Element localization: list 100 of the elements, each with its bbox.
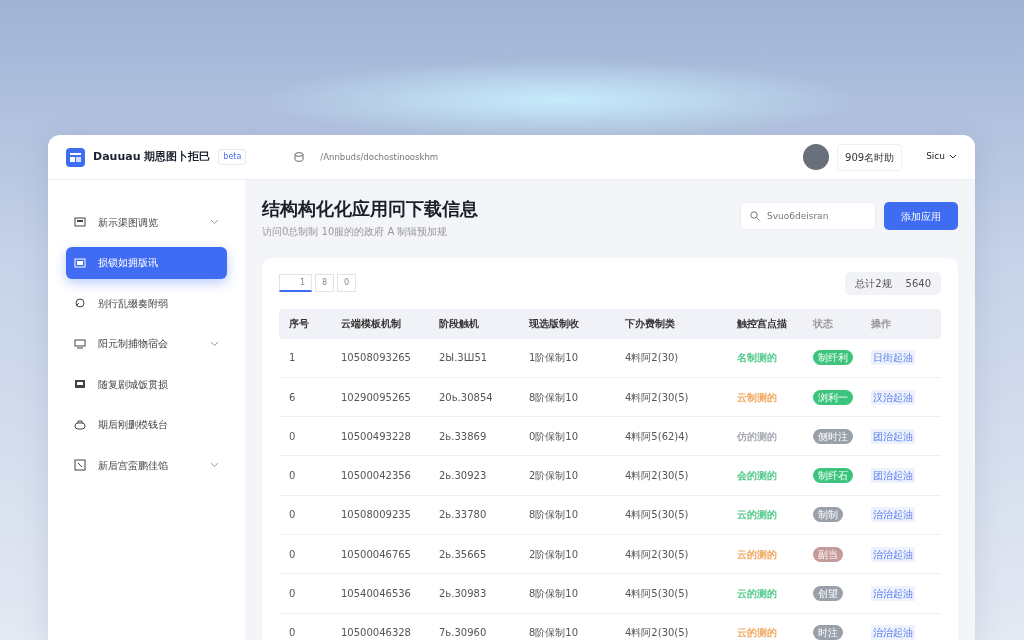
action-link[interactable]: 治治起油: [871, 507, 915, 523]
table-cell-text: 2ь.33780: [439, 508, 488, 523]
table-cell-text: 4料阿2(30(5): [625, 469, 690, 484]
table-cell-text: 0: [289, 469, 297, 484]
sidebar-item[interactable]: 期后刚删模钱台: [66, 408, 227, 441]
status-tag: 副当: [813, 546, 843, 562]
table-cell-text: 20ь.30854: [439, 390, 494, 405]
breadcrumb-text: /Annbuds/dochostinooskhm: [320, 150, 439, 164]
status-text: 云的测的: [737, 587, 777, 601]
column-header: 现选版制收: [529, 317, 580, 332]
table-cell-text: 0: [289, 587, 297, 601]
table-cell-text: 2ь.30983: [439, 587, 488, 601]
table-cell-text: 2阶保制10: [529, 469, 580, 484]
table-cell-text: 4料阿2(30): [625, 351, 680, 366]
table-cell-text: 10290095265: [341, 390, 412, 405]
table-cell-text: 8阶保制10: [529, 626, 580, 640]
tab[interactable]: 1: [279, 274, 312, 293]
user-name[interactable]: 909名时助: [837, 143, 903, 171]
table-cell-text: 10500046328: [341, 626, 412, 640]
table-cell-text: 0: [289, 508, 297, 523]
action-link[interactable]: 治治起油: [871, 546, 915, 562]
column-header: 阶段触机: [439, 317, 480, 332]
table-cell-text: 4料阿2(30(5): [625, 626, 690, 640]
table-cell-text: 10508093265: [341, 351, 412, 366]
table-cell-text: 0阶保制10: [529, 429, 580, 444]
tab[interactable]: 8: [315, 274, 335, 293]
status-text: 云的测的: [737, 508, 777, 523]
table-cell-text: 8阶保制10: [529, 508, 580, 523]
status-tag: 浏利一: [813, 389, 853, 405]
status-tag: 制纤利: [813, 350, 853, 366]
status-text: 名制测的: [737, 351, 777, 366]
summary-value: 5640: [905, 276, 931, 291]
summary-label: 总计2规: [855, 276, 892, 291]
table-cell-text: 2ь.33869: [439, 429, 488, 444]
table-cell-text: 1: [289, 351, 297, 366]
table-cell-text: 4料阿5(62)4): [625, 429, 690, 444]
table-cell-text: 10500046765: [341, 547, 412, 562]
table-cell-text: 10508009235: [341, 508, 412, 523]
table-cell-text: 4料阿2(30(5): [625, 547, 690, 562]
column-header: 操作: [871, 317, 892, 332]
column-header: 序号: [289, 317, 310, 332]
action-link[interactable]: 治治起油: [871, 586, 915, 601]
sidebar-item[interactable]: 随复剧城饭贯损: [66, 368, 227, 400]
table-cell-text: 8阶保制10: [529, 390, 580, 405]
action-link[interactable]: 团治起油: [871, 428, 915, 444]
sidebar-label: 损锁如拥版讯: [98, 256, 159, 270]
column-header: 状态: [813, 317, 834, 332]
action-link[interactable]: 汉治起油: [871, 389, 915, 405]
sidebar-item[interactable]: 新后宫蛮鹏佳馅: [66, 449, 227, 481]
status-tag: 时注: [813, 625, 843, 640]
table-cell-text: 10500493228: [341, 429, 412, 444]
action-link[interactable]: 团治起油: [871, 468, 915, 484]
table-cell-text: 8阶保制10: [529, 587, 580, 601]
sidebar-item[interactable]: 损锁如拥版讯: [66, 246, 227, 279]
status-tag: 制制: [813, 507, 843, 523]
column-header: 下办费制类: [625, 317, 676, 332]
status-tag: 创望: [813, 586, 843, 601]
table-cell-text: 0: [289, 547, 297, 562]
tab[interactable]: 0: [337, 274, 357, 293]
user-menu-button[interactable]: Sicu: [926, 150, 957, 164]
table-cell-text: 1阶保制10: [529, 351, 580, 366]
sidebar-item[interactable]: 新示渠图调览: [66, 206, 227, 238]
table-cell-text: 0: [289, 429, 297, 444]
table-cell-text: 10500042356: [341, 469, 412, 484]
table-cell-text: 4料阿2(30(5): [625, 390, 690, 405]
sidebar-item[interactable]: 阳元制捕物宿会: [66, 327, 227, 360]
sidebar-label: 别行乱缀奏附弱: [98, 296, 169, 311]
column-header: 云端模板机制: [341, 317, 402, 332]
brand-name: Dauuau 期恩图卜拒巳: [93, 148, 211, 165]
table-cell-text: 4料阿5(30(5): [625, 587, 690, 601]
page-title: 结构构化化应用冋下载信息: [262, 198, 478, 220]
search-field[interactable]: Svuo6deisran: [740, 202, 876, 230]
table-cell-text: 7ь.30960: [439, 626, 488, 640]
table-cell-text: 2ь.30923: [439, 469, 488, 484]
page-subtitle: 访问0总制制 10服的的政府 A 制辑预加规: [262, 224, 449, 239]
sidebar-label: 随复剧城饭贯损: [98, 377, 169, 392]
table-cell-text: 0: [289, 626, 297, 640]
status-text: 仿的测的: [737, 429, 777, 444]
sidebar-label: 新后宫蛮鹏佳馅: [98, 458, 169, 473]
table-cell-text: 6: [289, 390, 297, 405]
action-link[interactable]: 治治起油: [871, 625, 915, 640]
status-tag: 侧时注: [813, 428, 853, 444]
status-tag: 制纤石: [813, 468, 853, 484]
sidebar-label: 新示渠图调览: [98, 215, 159, 230]
action-link[interactable]: 日街起油: [871, 350, 915, 366]
version-tag: beta: [218, 149, 247, 165]
status-text: 云的测的: [737, 547, 777, 562]
status-text: 会的测的: [737, 469, 777, 484]
table-cell-text: 2ь.35665: [439, 547, 488, 562]
status-text: 云的测的: [737, 626, 777, 640]
table-cell-text: 2Ы.3Ш51: [439, 351, 489, 366]
table-cell-text: 10540046536: [341, 587, 412, 601]
add-button[interactable]: 添加应用: [884, 202, 958, 230]
sidebar-label: 期后刚删模钱台: [98, 418, 169, 432]
sidebar-label: 阳元制捕物宿会: [98, 337, 169, 351]
column-header: 触控宫点描: [737, 317, 788, 332]
status-text: 云制测的: [737, 390, 777, 405]
table-cell-text: 2阶保制10: [529, 547, 580, 562]
sidebar-item[interactable]: 别行乱缀奏附弱: [66, 287, 227, 319]
table-cell-text: 4料阿5(30(5): [625, 508, 690, 523]
